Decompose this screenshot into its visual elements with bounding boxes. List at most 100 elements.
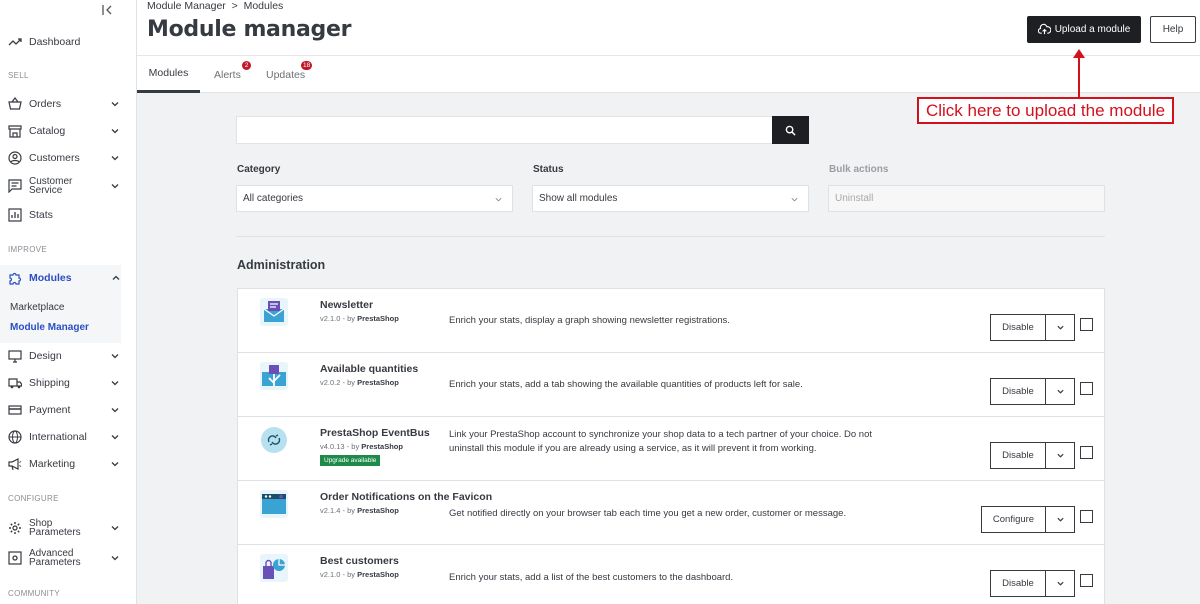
module-row-available-quantities: Available quantities v2.0.2 - by PrestaS… (238, 353, 1104, 417)
module-row-order-notifications: Order Notifications on the Favicon v2.1.… (238, 481, 1104, 545)
bulk-actions-label: Bulk actions (829, 164, 889, 175)
sidebar-item-stats[interactable]: Stats (8, 204, 120, 226)
alerts-count-badge: 2 (242, 61, 251, 70)
store-icon (8, 124, 22, 138)
chevron-down-icon (1056, 453, 1064, 458)
sidebar-subitem-marketplace[interactable]: Marketplace (10, 302, 64, 313)
module-version: v2.1.4 - by (320, 506, 358, 515)
page-title: Module manager (147, 17, 352, 42)
sidebar-item-customer-service[interactable]: Customer Service (8, 175, 120, 197)
sidebar-item-modules[interactable]: Modules (0, 267, 121, 289)
puzzle-icon (8, 271, 22, 285)
search-button[interactable] (772, 116, 809, 144)
sidebar-item-advanced-parameters[interactable]: Advanced Parameters (8, 547, 120, 569)
eventbus-module-icon (261, 427, 287, 453)
chevron-down-icon (110, 523, 120, 533)
credit-card-icon (8, 403, 22, 417)
configure-button[interactable]: Configure (981, 506, 1046, 533)
section-title-sell: SELL (8, 71, 29, 80)
label-line: Parameters (29, 557, 81, 568)
module-select-checkbox[interactable] (1080, 510, 1093, 523)
chevron-down-icon (110, 126, 120, 136)
disable-button[interactable]: Disable (990, 570, 1046, 597)
sidebar: Dashboard SELL Orders Catalog Customers … (0, 0, 137, 604)
favicon-notification-module-icon (260, 490, 288, 518)
status-filter-label: Status (533, 164, 564, 175)
module-select-checkbox[interactable] (1080, 446, 1093, 459)
sidebar-item-shipping[interactable]: Shipping (8, 372, 120, 394)
sidebar-subitem-module-manager[interactable]: Module Manager (10, 322, 89, 333)
breadcrumb[interactable]: Module Manager > Modules (147, 0, 283, 12)
module-actions-dropdown[interactable] (1046, 314, 1075, 341)
page-header: Module Manager > Modules Module manager … (137, 0, 1200, 55)
bulk-actions-value: Uninstall (835, 193, 874, 204)
disable-button[interactable]: Disable (990, 314, 1046, 341)
sidebar-item-international[interactable]: International (8, 426, 120, 448)
chevron-down-icon (110, 459, 120, 469)
module-description: Enrich your stats, add a list of the bes… (449, 572, 734, 583)
module-version: v2.1.0 - by (320, 570, 358, 579)
module-actions-dropdown[interactable] (1046, 442, 1075, 469)
module-select-checkbox[interactable] (1080, 382, 1093, 395)
annotation-callout: Click here to upload the module (917, 97, 1174, 124)
module-author: PrestaShop (357, 570, 399, 579)
module-meta: v2.0.2 - by PrestaShop (320, 378, 399, 387)
sidebar-item-customers[interactable]: Customers (8, 147, 120, 169)
tab-alerts[interactable]: Alerts 2 (214, 56, 254, 93)
chevron-down-icon (110, 432, 120, 442)
help-button[interactable]: Help (1150, 16, 1196, 43)
status-select[interactable]: Show all modules (532, 185, 809, 212)
upload-module-button[interactable]: Upload a module (1027, 16, 1141, 43)
collapse-sidebar-icon[interactable] (100, 3, 114, 17)
sidebar-item-orders[interactable]: Orders (8, 93, 120, 115)
module-actions-dropdown[interactable] (1046, 570, 1075, 597)
available-quantities-module-icon (260, 362, 288, 390)
chevron-down-icon (110, 378, 120, 388)
tab-label: Modules (148, 67, 189, 79)
truck-icon (8, 376, 22, 390)
module-description: Link your PrestaShop account to synchron… (449, 429, 872, 454)
sidebar-item-marketing[interactable]: Marketing (8, 453, 120, 475)
module-actions-dropdown[interactable] (1046, 378, 1075, 405)
sidebar-item-catalog[interactable]: Catalog (8, 120, 120, 142)
globe-icon (8, 430, 22, 444)
module-author: PrestaShop (361, 442, 403, 451)
sidebar-item-payment[interactable]: Payment (8, 399, 120, 421)
sidebar-item-label: Customers (29, 151, 80, 164)
sidebar-item-label: Design (29, 349, 62, 362)
sidebar-item-label: Shop Parameters (29, 518, 110, 538)
chevron-down-icon (791, 197, 798, 202)
settings-gear-icon (8, 521, 22, 535)
newsletter-module-icon (260, 298, 288, 326)
module-select-checkbox[interactable] (1080, 318, 1093, 331)
sidebar-item-label: International (29, 430, 87, 443)
tab-label: Updates (266, 68, 306, 81)
settings-box-icon (8, 551, 22, 565)
module-description: Get notified directly on your browser ta… (449, 508, 847, 519)
chevron-down-icon (110, 181, 120, 191)
disable-button[interactable]: Disable (990, 378, 1046, 405)
sidebar-item-design[interactable]: Design (8, 345, 120, 367)
sidebar-item-shop-parameters[interactable]: Shop Parameters (8, 517, 120, 539)
tab-updates[interactable]: Updates 18 (266, 56, 318, 93)
tab-modules[interactable]: Modules (137, 56, 200, 93)
sidebar-item-dashboard[interactable]: Dashboard (8, 31, 120, 53)
upgrade-available-badge: Upgrade available (320, 455, 381, 466)
chevron-down-icon (1056, 325, 1064, 330)
module-name: Order Notifications on the Favicon (320, 491, 493, 503)
module-meta: v2.1.0 - by PrestaShop (320, 570, 399, 579)
category-select[interactable]: All categories (236, 185, 513, 212)
module-list: Newsletter v2.1.0 - by PrestaShop Enrich… (237, 288, 1105, 604)
sidebar-item-label: Shipping (29, 376, 70, 389)
module-action-group: Configure (981, 506, 1075, 533)
megaphone-icon (8, 457, 22, 471)
tab-label: Alerts (214, 68, 241, 81)
module-author: PrestaShop (357, 506, 399, 515)
section-title-improve: IMPROVE (8, 245, 47, 254)
module-select-checkbox[interactable] (1080, 574, 1093, 587)
disable-button[interactable]: Disable (990, 442, 1046, 469)
search-input[interactable] (236, 116, 773, 144)
tab-bar: Modules Alerts 2 Updates 18 (137, 55, 1200, 93)
module-actions-dropdown[interactable] (1046, 506, 1075, 533)
divider (236, 236, 1105, 237)
